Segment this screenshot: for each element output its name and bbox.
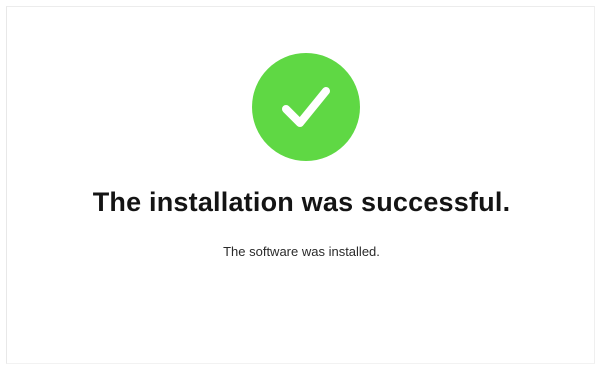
installer-summary-panel: The installation was successful. The sof… [6,6,595,364]
success-title: The installation was successful. [92,187,511,217]
checkmark-icon [282,87,330,127]
checkmark-circle-icon [252,53,360,161]
success-detail: The software was installed. [223,244,380,259]
